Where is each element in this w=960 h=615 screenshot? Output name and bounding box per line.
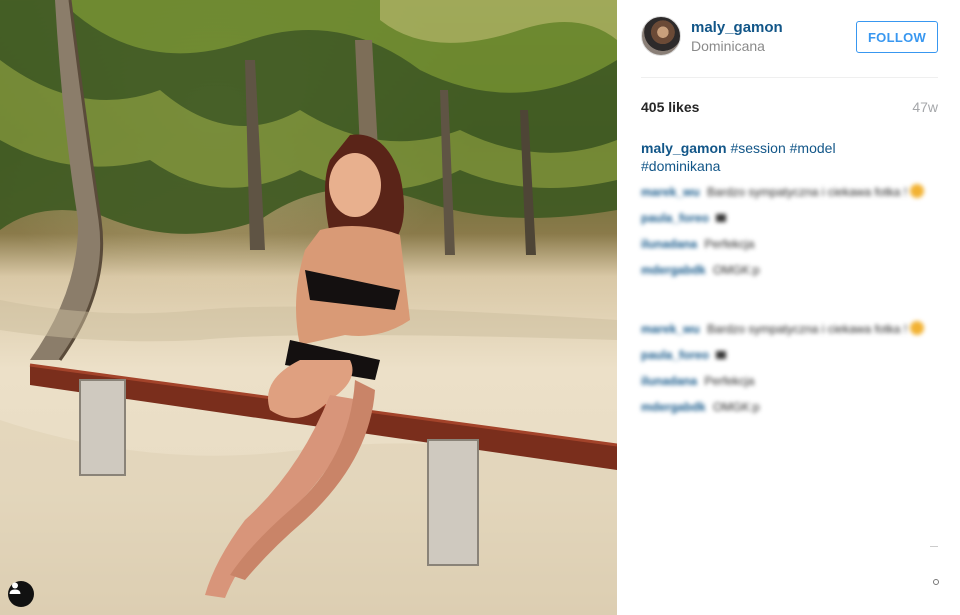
caption-username[interactable]: maly_gamon	[641, 140, 727, 156]
comment-text: Perfekcja	[704, 237, 755, 251]
post-header: maly_gamon Dominicana FOLLOW	[641, 16, 938, 78]
comment-list: marek_wu Bardzo sympatyczna i ciekawa fo…	[641, 184, 941, 288]
comment: paula_foreo	[641, 210, 941, 226]
username-link[interactable]: maly_gamon	[691, 19, 783, 36]
comment-username[interactable]: paula_foreo	[641, 348, 709, 362]
person-icon[interactable]	[8, 581, 34, 607]
comment-text: Bardzo sympatyczna i ciekawa fotka !	[707, 185, 908, 199]
comment-text: OMGK:p	[713, 263, 760, 277]
comment-username[interactable]: marek_wu	[641, 185, 700, 199]
beach-scene	[0, 0, 617, 615]
comment: mdergabdk OMGK:p	[641, 399, 941, 415]
comment-list: marek_wu Bardzo sympatyczna i ciekawa fo…	[641, 321, 941, 425]
hashtag[interactable]: #session	[730, 140, 785, 156]
comment-text: Bardzo sympatyczna i ciekawa fotka !	[707, 322, 908, 336]
comment-username[interactable]: marek_wu	[641, 322, 700, 336]
emoji-icon	[716, 214, 727, 222]
comment-text: OMGK:p	[713, 400, 760, 414]
comment-username[interactable]: paula_foreo	[641, 211, 709, 225]
comment: ilunadana Perfekcja	[641, 236, 941, 252]
comment: marek_wu Bardzo sympatyczna i ciekawa fo…	[641, 184, 941, 200]
emoji-icon	[910, 321, 925, 335]
location-link[interactable]: Dominicana	[691, 38, 765, 54]
comment: marek_wu Bardzo sympatyczna i ciekawa fo…	[641, 321, 941, 337]
comment: ilunadana Perfekcja	[641, 373, 941, 389]
comment-username[interactable]: ilunadana	[641, 237, 697, 251]
emoji-icon	[716, 351, 727, 359]
comment-username[interactable]: ilunadana	[641, 374, 697, 388]
comment: paula_foreo	[641, 347, 941, 363]
post-photo[interactable]	[0, 0, 617, 615]
comment-username[interactable]: mdergabdk	[641, 263, 706, 277]
comment: mdergabdk OMGK:p	[641, 262, 941, 278]
divider	[930, 546, 938, 547]
comment-username[interactable]: mdergabdk	[641, 400, 706, 414]
hashtag[interactable]: #dominikana	[641, 158, 720, 174]
caption: maly_gamon #session #model #dominikana	[641, 139, 941, 175]
post-sidebar: maly_gamon Dominicana FOLLOW 405 likes 4…	[617, 0, 960, 615]
avatar[interactable]	[641, 16, 681, 56]
hashtag[interactable]: #model	[790, 140, 836, 156]
likes-count[interactable]: 405 likes	[641, 99, 699, 115]
more-dot-icon[interactable]	[933, 579, 939, 585]
comment-text: Perfekcja	[704, 374, 755, 388]
follow-button[interactable]: FOLLOW	[856, 21, 938, 53]
emoji-icon	[910, 184, 925, 198]
post-age[interactable]: 47w	[912, 99, 938, 115]
